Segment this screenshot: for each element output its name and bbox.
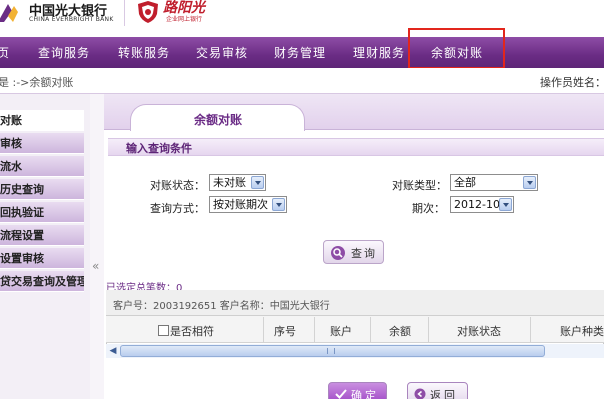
sidebar: 对账 审核 流水 历史查询 回执验证 流程设置 设置审核 贷交易查询及管理: [0, 94, 90, 399]
method-select-value: 按对账期次: [213, 198, 268, 211]
query-button[interactable]: 查询: [323, 240, 384, 264]
header: 中国光大银行 CHINA EVERBRIGHT BANK 路阳光 企业网上银行: [0, 0, 604, 37]
page-root: { "header": { "bank_name_cn": "中国光大银行", …: [0, 0, 604, 399]
status-select-value: 未对账: [213, 176, 246, 189]
col-index: 序号: [274, 325, 296, 338]
back-arrow-icon: [414, 388, 426, 399]
type-select[interactable]: 全部: [450, 174, 538, 191]
select-all-checkbox[interactable]: [158, 325, 169, 336]
sidebar-item-reconcile[interactable]: 对账: [0, 110, 84, 131]
period-label: 期次：: [412, 202, 445, 215]
magnifier-icon: [331, 246, 345, 260]
method-select[interactable]: 按对账期次: [209, 196, 287, 213]
nav-item-finance[interactable]: 财务管理: [274, 44, 326, 61]
bank-logo-icon: [0, 4, 18, 22]
confirm-button[interactable]: 确定: [328, 382, 387, 399]
col-separator: [370, 317, 371, 343]
col-match: 是否相符: [170, 325, 214, 338]
chevron-down-icon: [251, 176, 264, 189]
chevron-down-icon: [523, 176, 536, 189]
sidebar-item-settings-review[interactable]: 设置审核: [0, 248, 84, 269]
checkmark-icon: [335, 389, 347, 399]
bank-name-en: CHINA EVERBRIGHT BANK: [29, 16, 114, 23]
sidebar-item-statement[interactable]: 流水: [0, 156, 84, 177]
status-label: 对账状态：: [150, 179, 205, 192]
period-select[interactable]: 2012-10: [450, 196, 514, 213]
collapse-chevron-icon[interactable]: «: [92, 259, 99, 273]
nav-item-transfer[interactable]: 转账服务: [118, 44, 170, 61]
method-label: 查询方式：: [150, 202, 205, 215]
sidebar-item-review[interactable]: 审核: [0, 133, 84, 154]
col-separator: [428, 317, 429, 343]
sidebar-item-flow-settings[interactable]: 流程设置: [0, 225, 84, 246]
sidebar-item-receipt[interactable]: 回执验证: [0, 202, 84, 223]
account-info: 客户号：2003192651 客户名称：中国光大银行: [113, 301, 330, 312]
status-select[interactable]: 未对账: [209, 174, 266, 191]
col-account-type: 账户种类: [560, 325, 604, 338]
chevron-down-icon: [499, 198, 512, 211]
header-divider: [124, 0, 125, 26]
breadcrumb-bar: 是 :->余额对账 操作员姓名：国: [0, 68, 604, 94]
query-button-label: 查询: [351, 247, 377, 260]
col-separator: [530, 317, 531, 343]
col-balance: 余额: [389, 325, 411, 338]
period-select-value: 2012-10: [454, 198, 500, 211]
operator-name: 操作员姓名：国: [540, 76, 604, 89]
nav-item-review[interactable]: 交易审核: [196, 44, 248, 61]
nav-item-wealth[interactable]: 理财服务: [353, 44, 405, 61]
sidebar-item-loan-trade[interactable]: 贷交易查询及管理: [0, 271, 84, 292]
section-title: 输入查询条件: [126, 142, 192, 155]
col-status: 对账状态: [457, 325, 501, 338]
chevron-down-icon: [272, 198, 285, 211]
back-button[interactable]: 返回: [407, 382, 468, 399]
sidebar-collapse-handle[interactable]: [90, 94, 104, 399]
col-account: 账户: [330, 325, 352, 338]
nav-item-query[interactable]: 查询服务: [38, 44, 90, 61]
confirm-button-label: 确定: [351, 389, 379, 399]
tab-label: 余额对账: [194, 113, 243, 127]
col-separator: [263, 317, 264, 343]
main-nav: 页 查询服务 转账服务 交易审核 财务管理 理财服务 余额对账: [0, 37, 604, 68]
type-label: 对账类型：: [392, 179, 447, 192]
scroll-left-arrow-icon[interactable]: ◀: [107, 345, 119, 357]
brand-shield-icon: [138, 1, 158, 23]
sidebar-item-history[interactable]: 历史查询: [0, 179, 84, 200]
col-separator: [314, 317, 315, 343]
nav-active-highlight: [408, 28, 505, 69]
scrollbar-grip: [327, 348, 335, 354]
breadcrumb: 是 :->余额对账: [0, 76, 74, 89]
back-button-label: 返回: [430, 389, 458, 399]
type-select-value: 全部: [454, 176, 476, 189]
nav-item-home[interactable]: 页: [0, 44, 10, 61]
brand-subtitle: 企业网上银行: [166, 16, 203, 23]
